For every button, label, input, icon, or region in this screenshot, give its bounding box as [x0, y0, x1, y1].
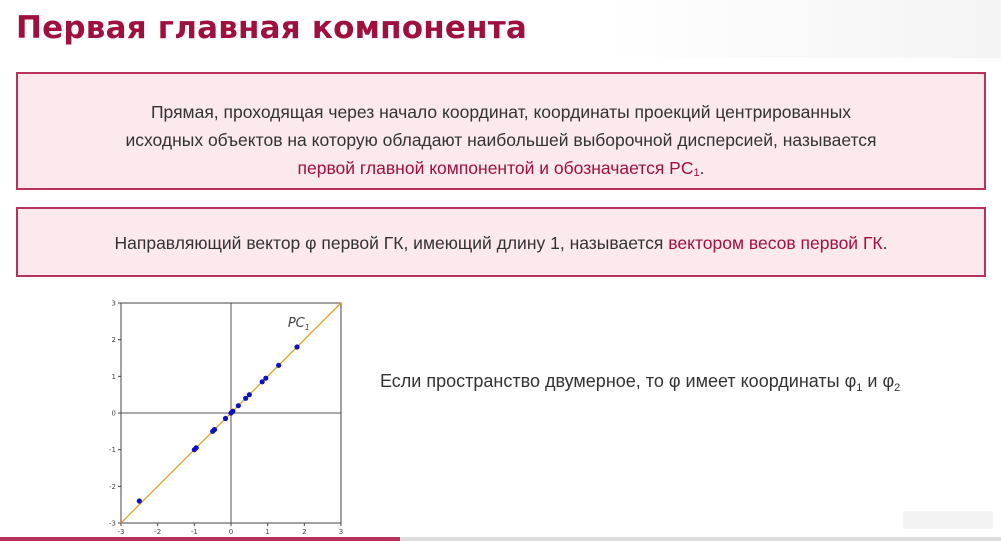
definition-highlight-subscript: 1 [693, 167, 700, 179]
definition-highlight: первой главной компонентой и обозначаетс… [297, 158, 694, 178]
coordinates-prefix: Если пространство двумерное, то φ имеет … [380, 371, 857, 391]
x-tick-label: 1 [265, 528, 269, 536]
pc1-scatter-chart: -3 -2 -1 0 1 2 3-3-2-10123PC1 [109, 300, 343, 537]
phi-1-subscript: 1 [856, 382, 863, 394]
y-tick-label: 0 [112, 410, 116, 418]
data-point [263, 375, 269, 381]
y-tick-label: 3 [112, 300, 116, 308]
weights-text: Направляющий вектор φ первой ГК, имеющий… [114, 233, 669, 253]
definition-line-1: Прямая, проходящая через начало координа… [150, 102, 852, 122]
data-point [235, 403, 241, 409]
data-point [259, 379, 265, 385]
data-point [230, 408, 236, 414]
weights-box: Направляющий вектор φ первой ГК, имеющий… [16, 207, 986, 277]
slide-title: Первая главная компонента [16, 10, 528, 46]
coordinates-text: Если пространство двумерное, то φ имеет … [380, 371, 901, 394]
definition-line-3: первой главной компонентой и обозначаетс… [18, 154, 984, 185]
x-tick-label: 2 [302, 528, 306, 536]
x-tick-label: -1 [191, 528, 198, 536]
weights-line: Направляющий вектор φ первой ГК, имеющий… [18, 230, 984, 256]
x-tick-label: 0 [229, 528, 233, 536]
y-tick-label: 2 [112, 336, 116, 344]
weights-highlight: вектором весов первой ГК [668, 233, 883, 253]
definition-line-2: исходных объектов на которую обладают на… [125, 130, 877, 150]
data-point [211, 426, 218, 433]
x-tick-label: 3 [339, 528, 343, 536]
y-tick-label: -3 [109, 520, 116, 528]
y-tick-label: -2 [109, 483, 116, 491]
pc1-label-subscript: 1 [305, 323, 310, 332]
y-tick-label: -1 [109, 446, 116, 454]
definition-end: . [699, 158, 705, 178]
weights-end: . [882, 233, 888, 253]
data-point [246, 392, 252, 398]
x-tick-label: -3 [118, 528, 125, 536]
data-point [193, 445, 199, 451]
video-progress-bar[interactable] [0, 537, 1001, 541]
y-tick-label: 1 [112, 373, 116, 381]
video-progress-fill [0, 537, 400, 541]
x-tick-label: -2 [154, 528, 161, 536]
data-point [222, 415, 229, 422]
coordinates-mid: и φ [862, 371, 895, 391]
watermark-logo [903, 511, 993, 529]
definition-box: Прямая, проходящая через начало координа… [16, 72, 986, 190]
data-point [136, 498, 142, 504]
data-point [294, 344, 300, 350]
phi-2-subscript: 2 [894, 382, 901, 394]
data-point [243, 395, 249, 401]
data-point [276, 362, 282, 368]
